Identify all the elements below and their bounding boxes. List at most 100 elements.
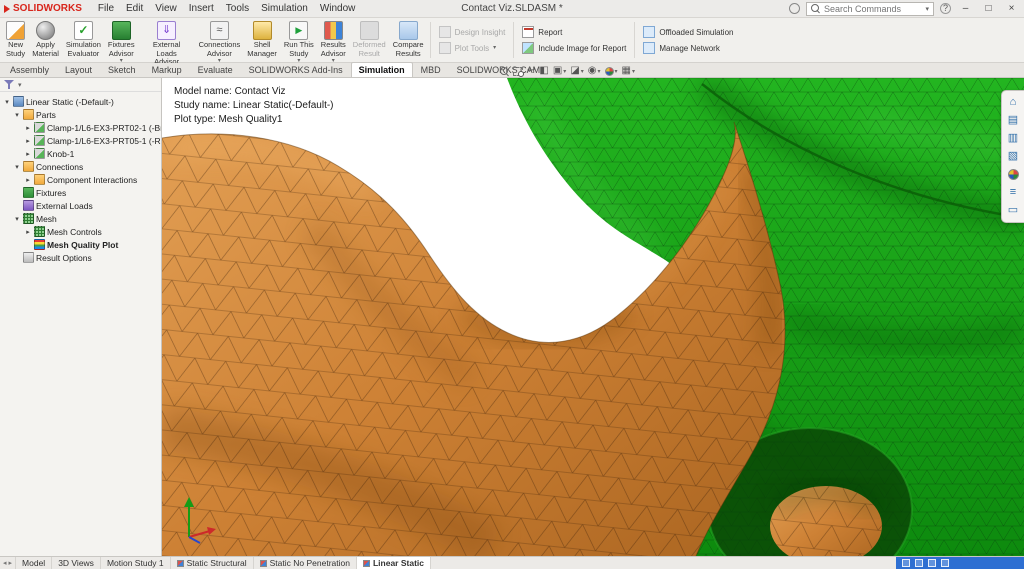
scroll-left-icon[interactable]: ◂	[3, 559, 7, 567]
status-icon[interactable]	[928, 559, 936, 567]
fixtures-advisor-button[interactable]: FixturesAdvisor ▾	[105, 19, 138, 61]
home-icon[interactable]: ⌂	[1010, 97, 1017, 108]
offloaded-simulation-button[interactable]: Offloaded Simulation	[643, 26, 733, 38]
shell-manager-button[interactable]: ShellManager	[244, 19, 280, 61]
orientation-triad[interactable]	[176, 494, 222, 544]
view-orientation-button[interactable]: ▣▾	[553, 66, 566, 76]
tree-item-connections[interactable]: ▾ Connections	[0, 160, 161, 173]
tab-markup[interactable]: Markup	[144, 62, 190, 77]
apply-scene-button[interactable]: ▦▾	[622, 66, 635, 76]
document-recovery-icon[interactable]: ▭	[1008, 205, 1018, 216]
simulation-evaluator-label: SimulationEvaluator	[66, 41, 101, 58]
menu-view[interactable]: View	[149, 0, 183, 17]
appearances-icon[interactable]	[1008, 169, 1019, 180]
minimize-button[interactable]: –	[957, 0, 974, 17]
tab-mbd[interactable]: MBD	[413, 62, 449, 77]
expander-icon[interactable]: ▸	[24, 150, 32, 158]
tree-item-mesh[interactable]: ▾ Mesh	[0, 212, 161, 225]
annotation-study-name: Study name: Linear Static(-Default-)	[174, 99, 334, 113]
expander-icon[interactable]: ▾	[13, 215, 21, 223]
bottom-tab-3d-views[interactable]: 3D Views	[52, 557, 101, 569]
menu-tools[interactable]: Tools	[220, 0, 255, 17]
external-loads-advisor-button[interactable]: External LoadsAdvisor ▾	[139, 19, 195, 61]
tab-solidworks-add-ins[interactable]: SOLIDWORKS Add-Ins	[241, 62, 351, 77]
graphics-viewport[interactable]: Model name: Contact Viz Study name: Line…	[162, 78, 1024, 556]
close-button[interactable]: ×	[1003, 0, 1020, 17]
search-input[interactable]	[824, 4, 921, 14]
insight-group: Design Insight Plot Tools ▾	[434, 19, 511, 61]
mesh-model-canvas[interactable]	[162, 78, 1024, 556]
compare-results-button[interactable]: CompareResults	[390, 19, 427, 61]
help-button[interactable]: ?	[940, 3, 951, 14]
design-library-icon[interactable]: ▤	[1008, 115, 1018, 126]
filter-chevron-icon[interactable]: ▾	[18, 81, 22, 89]
expander-icon[interactable]: ▸	[24, 124, 32, 132]
expander-icon[interactable]: ▾	[13, 111, 21, 119]
previous-view-icon: ↩	[527, 66, 535, 76]
tree-item-parts[interactable]: ▾ Parts	[0, 108, 161, 121]
tree-item-mesh-controls[interactable]: ▸ Mesh Controls	[0, 225, 161, 238]
tree-item-result-options[interactable]: Result Options	[0, 251, 161, 264]
results-advisor-label: ResultsAdvisor	[321, 41, 346, 58]
tab-evaluate[interactable]: Evaluate	[190, 62, 241, 77]
report-button[interactable]: Report	[522, 26, 626, 38]
menu-edit[interactable]: Edit	[120, 0, 149, 17]
tree-item-mesh-quality-plot[interactable]: Mesh Quality Plot	[0, 238, 161, 251]
expander-icon[interactable]: ▾	[3, 98, 11, 106]
search-chevron-icon[interactable]: ▾	[925, 5, 929, 13]
tree-item-clamp-rubber[interactable]: ▸ Clamp-1/L6-EX3-PRT05-1 (-Rubber-)	[0, 134, 161, 147]
hide-show-items-button[interactable]: ◉▾	[588, 66, 601, 76]
run-this-study-button[interactable]: Run ThisStudy ▾	[281, 19, 317, 61]
menu-insert[interactable]: Insert	[183, 0, 220, 17]
tree-item-external-loads[interactable]: External Loads	[0, 199, 161, 212]
bottom-tab-static-structural[interactable]: Static Structural	[171, 557, 254, 569]
expander-icon[interactable]: ▸	[24, 228, 32, 236]
tree-item-component-interactions[interactable]: ▸ Component Interactions	[0, 173, 161, 186]
custom-properties-icon[interactable]: ≡	[1010, 187, 1016, 198]
include-image-for-report-button[interactable]: Include Image for Report	[522, 42, 626, 54]
expander-icon[interactable]: ▸	[24, 137, 32, 145]
previous-view-button[interactable]: ↩	[527, 66, 535, 76]
status-icon[interactable]	[915, 559, 923, 567]
menu-window[interactable]: Window	[314, 0, 362, 17]
bottom-tab-static-no-penetration[interactable]: Static No Penetration	[254, 557, 357, 569]
offloaded-simulation-icon	[643, 26, 655, 38]
expander-icon[interactable]: ▾	[13, 163, 21, 171]
filter-icon[interactable]	[4, 80, 14, 90]
file-explorer-icon[interactable]: ▥	[1008, 133, 1018, 144]
menu-file[interactable]: File	[92, 0, 120, 17]
display-style-button[interactable]: ◪▾	[570, 66, 583, 76]
tree-item-fixtures[interactable]: Fixtures	[0, 186, 161, 199]
restore-button[interactable]: □	[980, 0, 997, 17]
tab-sketch[interactable]: Sketch	[100, 62, 144, 77]
tree-item-linear-static[interactable]: ▾ Linear Static (-Default-)	[0, 95, 161, 108]
zoom-to-fit-button[interactable]	[500, 67, 509, 76]
manage-network-button[interactable]: Manage Network	[643, 42, 733, 54]
view-palette-icon[interactable]: ▧	[1008, 151, 1018, 162]
new-study-button[interactable]: NewStudy	[3, 19, 28, 61]
user-account-icon[interactable]	[789, 3, 800, 14]
tab-layout[interactable]: Layout	[57, 62, 100, 77]
bottom-tab-linear-static[interactable]: Linear Static	[357, 557, 431, 569]
tab-scroll-buttons[interactable]: ◂ ▸	[0, 557, 16, 569]
scroll-right-icon[interactable]: ▸	[9, 559, 13, 567]
status-icon[interactable]	[902, 559, 910, 567]
tree-item-clamp-brass[interactable]: ▸ Clamp-1/L6-EX3-PRT02-1 (-Brass-)	[0, 121, 161, 134]
include-image-icon	[522, 42, 534, 54]
connections-advisor-button[interactable]: ConnectionsAdvisor ▾	[196, 19, 244, 61]
tree-item-knob[interactable]: ▸ Knob-1	[0, 147, 161, 160]
search-commands[interactable]: ▾	[806, 2, 934, 16]
bottom-tab-motion-study-1[interactable]: Motion Study 1	[101, 557, 171, 569]
bottom-tab-model[interactable]: Model	[16, 557, 52, 569]
apply-material-button[interactable]: ApplyMaterial	[29, 19, 62, 61]
tab-simulation[interactable]: Simulation	[351, 62, 413, 77]
zoom-to-area-button[interactable]	[513, 67, 523, 76]
results-advisor-button[interactable]: ResultsAdvisor ▾	[318, 19, 349, 61]
menu-simulation[interactable]: Simulation	[255, 0, 314, 17]
expander-icon[interactable]: ▸	[24, 176, 32, 184]
tab-assembly[interactable]: Assembly	[2, 62, 57, 77]
simulation-evaluator-button[interactable]: SimulationEvaluator	[63, 19, 104, 61]
section-view-button[interactable]: ◧	[539, 66, 548, 76]
status-icon[interactable]	[941, 559, 949, 567]
edit-appearance-button[interactable]: ▾	[605, 67, 618, 76]
